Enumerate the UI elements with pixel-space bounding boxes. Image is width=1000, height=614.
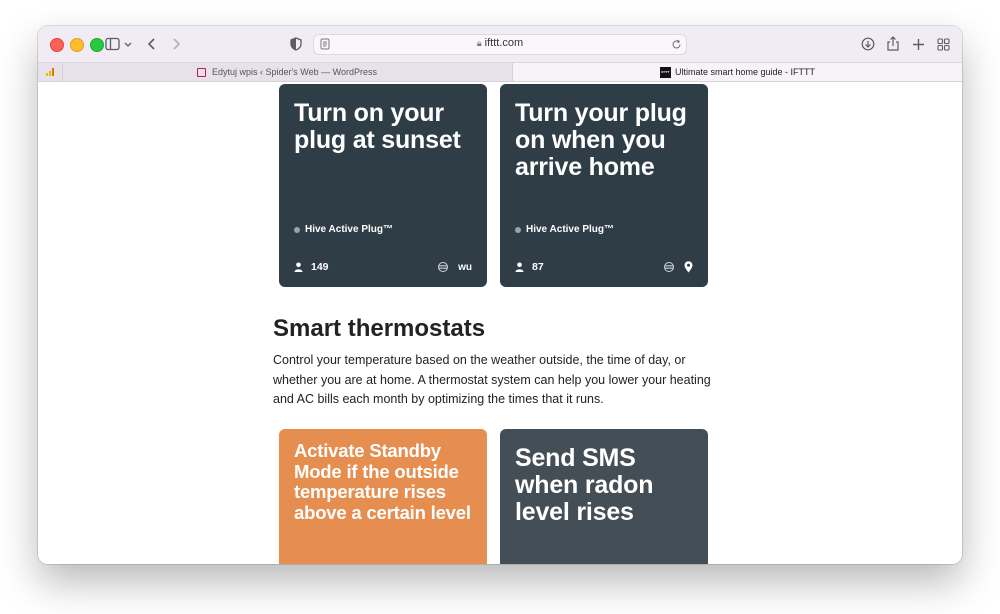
applet-card-radon-sms[interactable]: Send SMS when radon level rises [500, 429, 708, 564]
analytics-icon [46, 68, 54, 76]
lock-icon: 🔒︎ [476, 38, 482, 48]
users-number: 87 [532, 261, 544, 273]
close-window-button[interactable] [50, 38, 64, 52]
forward-icon[interactable] [168, 35, 184, 53]
minimize-window-button[interactable] [70, 38, 84, 52]
download-icon[interactable] [860, 35, 876, 53]
card-service: Hive Active Plug™ [294, 224, 393, 235]
card-title: Turn your plug on when you arrive home [515, 99, 687, 181]
tab-ifttt[interactable]: IFTTT Ultimate smart home guide - IFTTT [513, 63, 962, 81]
browser-window: 🔒︎ ifttt.com Edytuj wpis ‹ Spider's Web … [38, 26, 962, 564]
service-icons [664, 261, 693, 273]
card-title: Turn on your plug at sunset [294, 99, 461, 154]
reload-icon[interactable] [669, 37, 683, 51]
users-number: 149 [311, 261, 329, 273]
card-service: Hive Active Plug™ [515, 224, 614, 235]
applet-card-arrive-home[interactable]: Turn your plug on when you arrive home H… [500, 84, 708, 287]
sidebar-toggle-icon[interactable] [104, 35, 134, 53]
location-pin-icon [684, 261, 693, 273]
tab-wordpress[interactable]: Edytuj wpis ‹ Spider's Web — WordPress [62, 63, 513, 81]
hive-logo-icon [664, 262, 674, 272]
tab-overview-icon[interactable] [935, 35, 951, 53]
service-name: Hive Active Plug™ [526, 224, 614, 235]
address-bar[interactable]: 🔒︎ ifttt.com [313, 34, 687, 55]
address-text-wrap: 🔒︎ ifttt.com [314, 37, 686, 49]
user-icon [294, 262, 303, 272]
page-content: Turn on your plug at sunset Hive Active … [38, 82, 962, 564]
share-icon[interactable] [885, 35, 901, 53]
zoom-window-button[interactable] [90, 38, 104, 52]
card-title: Activate Standby Mode if the outside tem… [294, 440, 471, 523]
privacy-shield-icon[interactable] [288, 35, 304, 53]
tab-bar: Edytuj wpis ‹ Spider's Web — WordPress I… [38, 63, 962, 82]
card-footer: 149 wu [294, 260, 472, 274]
card-title: Send SMS when radon level rises [515, 444, 654, 526]
ifttt-favicon-icon: IFTTT [659, 66, 671, 78]
hive-service-icon [515, 226, 521, 233]
wordpress-favicon-icon [197, 67, 207, 77]
users-count: 149 [294, 261, 329, 273]
browser-toolbar: 🔒︎ ifttt.com [38, 26, 962, 63]
section-text: Control your temperature based on the we… [273, 353, 711, 406]
tab-title: Edytuj wpis ‹ Spider's Web — WordPress [212, 67, 377, 77]
new-tab-icon[interactable] [910, 35, 926, 53]
user-icon [515, 262, 524, 272]
hive-logo-icon [438, 262, 449, 272]
service-name: Hive Active Plug™ [305, 224, 393, 235]
weather-underground-icon: wu [458, 261, 472, 273]
back-icon[interactable] [144, 35, 160, 53]
url-text: ifttt.com [484, 37, 524, 49]
service-icons: wu [438, 262, 472, 273]
applet-card-sunset[interactable]: Turn on your plug at sunset Hive Active … [279, 84, 487, 287]
card-footer: 87 [515, 260, 693, 274]
section-title: Smart thermostats [273, 315, 486, 342]
tab-pinned-analytics[interactable] [38, 63, 63, 81]
hive-service-icon [294, 226, 300, 233]
users-count: 87 [515, 261, 544, 273]
tab-title: Ultimate smart home guide - IFTTT [674, 67, 816, 77]
applet-card-standby-mode[interactable]: Activate Standby Mode if the outside tem… [279, 429, 487, 564]
